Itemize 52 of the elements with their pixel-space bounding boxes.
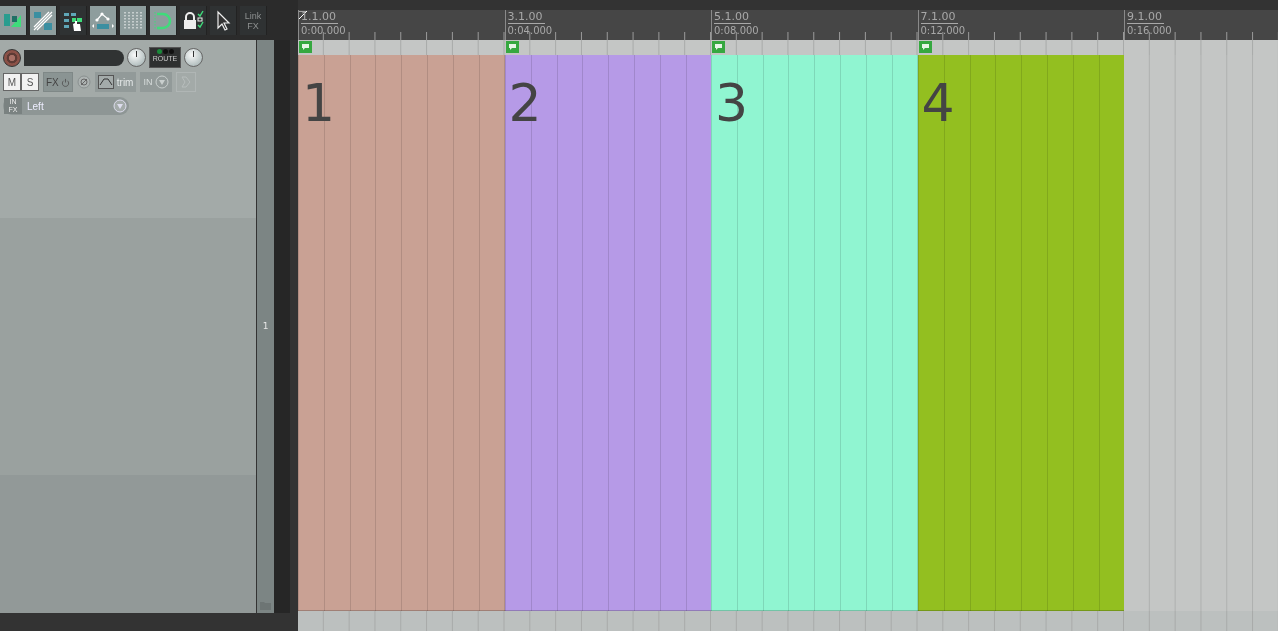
marker-icon[interactable] <box>299 41 312 53</box>
time-label: 0:16.000 <box>1127 24 1172 37</box>
dropdown-icon <box>155 75 170 89</box>
region[interactable]: 1 <box>298 55 505 611</box>
input-button[interactable]: IN <box>140 72 173 92</box>
envelope-icon <box>97 75 114 89</box>
time-label: 0:08.000 <box>714 24 759 37</box>
volume-knob[interactable] <box>127 48 146 67</box>
grid-button[interactable] <box>120 6 147 35</box>
track-name-field[interactable] <box>24 49 124 66</box>
record-arm-button[interactable] <box>3 48 21 67</box>
loop-button[interactable] <box>150 6 177 35</box>
region[interactable]: 4 <box>917 55 1124 611</box>
bar-label: 9.1.00 <box>1127 10 1164 24</box>
marker-icon[interactable] <box>918 41 932 53</box>
magnet-icon <box>152 9 174 32</box>
trim-button[interactable]: trim <box>94 72 137 92</box>
fx-button[interactable]: FX <box>43 72 73 92</box>
lock-button[interactable] <box>180 6 207 35</box>
marker-icon[interactable] <box>505 41 519 53</box>
region-number: 2 <box>508 73 542 133</box>
mute-button[interactable]: M <box>3 73 21 91</box>
region[interactable]: 3 <box>711 55 918 611</box>
track-number: 1 <box>262 321 269 331</box>
ripple-icon <box>32 9 54 32</box>
snap-button[interactable] <box>0 6 27 35</box>
power-icon <box>60 77 70 87</box>
region-number: 4 <box>921 73 955 133</box>
ripple-button[interactable] <box>30 6 57 35</box>
bar-label: 3.1.00 <box>507 10 545 24</box>
solo-button[interactable]: S <box>21 73 39 91</box>
time-label: 0:00.000 <box>301 24 346 37</box>
region-number: 3 <box>715 73 749 133</box>
pointer-button[interactable] <box>210 6 237 35</box>
time-label: 0:04.000 <box>507 24 553 37</box>
bar-label: 5.1.00 <box>714 10 751 24</box>
bar-label: 1.1.00 <box>301 10 338 24</box>
grouping-button[interactable] <box>60 6 87 35</box>
time-label: 0:12.000 <box>920 24 966 37</box>
region[interactable]: 2 <box>504 55 711 611</box>
link-fx-button[interactable]: Link FX <box>240 6 267 35</box>
pan-knob[interactable] <box>184 48 203 67</box>
pointer-icon <box>214 9 232 32</box>
marker-icon[interactable] <box>712 41 725 53</box>
dropdown-icon <box>113 99 127 113</box>
phase-icon[interactable] <box>76 75 91 89</box>
lock-icon <box>181 9 205 32</box>
bar-label: 7.1.00 <box>920 10 958 24</box>
envelope-button[interactable] <box>90 6 117 35</box>
region-number: 1 <box>302 73 336 133</box>
grid-icon <box>122 9 144 32</box>
timeline-ruler[interactable]: 1.1.00 0:00.000 3.1.00 0:04.000 5.1.00 0:08.000 7.1.00 0:12.000 9.1.00 0:16.000 <box>298 10 1278 40</box>
